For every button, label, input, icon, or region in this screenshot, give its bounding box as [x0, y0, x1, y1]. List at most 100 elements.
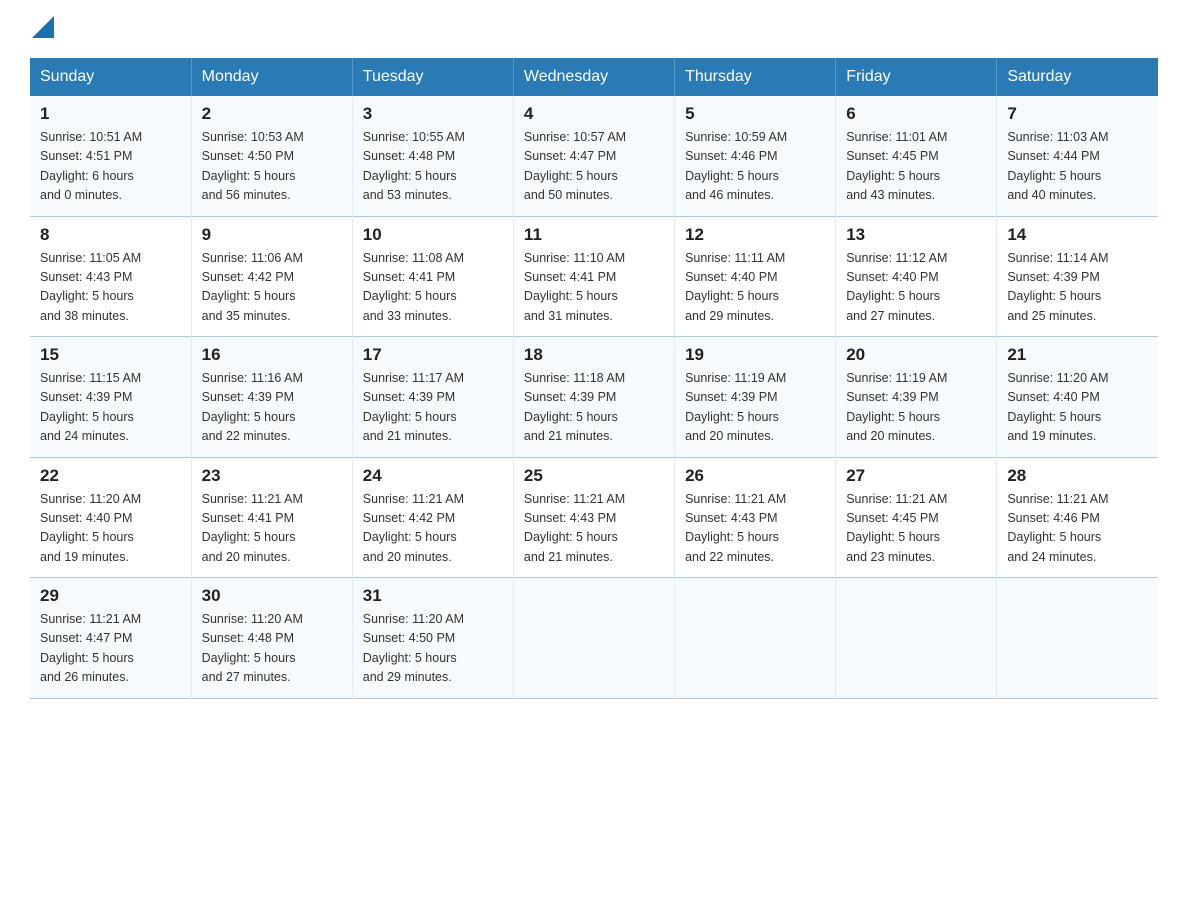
header [30, 20, 1158, 38]
day-number: 14 [1007, 225, 1148, 245]
calendar-table: SundayMondayTuesdayWednesdayThursdayFrid… [30, 58, 1158, 699]
day-number: 4 [524, 104, 664, 124]
calendar-week-row: 8 Sunrise: 11:05 AMSunset: 4:43 PMDayligh… [30, 216, 1158, 337]
day-number: 21 [1007, 345, 1148, 365]
day-info: Sunrise: 10:57 AMSunset: 4:47 PMDaylight… [524, 128, 664, 206]
day-number: 11 [524, 225, 664, 245]
day-number: 12 [685, 225, 825, 245]
day-number: 5 [685, 104, 825, 124]
calendar-day-cell: 27 Sunrise: 11:21 AMSunset: 4:45 PMDaylig… [836, 457, 997, 578]
header-saturday: Saturday [997, 58, 1158, 96]
calendar-day-cell: 12 Sunrise: 11:11 AMSunset: 4:40 PMDaylig… [675, 216, 836, 337]
day-number: 30 [202, 586, 342, 606]
day-number: 6 [846, 104, 986, 124]
calendar-day-cell: 5Sunrise: 10:59 AMSunset: 4:46 PMDayligh… [675, 96, 836, 216]
calendar-day-cell: 23 Sunrise: 11:21 AMSunset: 4:41 PMDaylig… [191, 457, 352, 578]
day-info: Sunrise: 11:10 AMSunset: 4:41 PMDaylight… [524, 249, 664, 327]
day-info: Sunrise: 11:21 AMSunset: 4:45 PMDaylight… [846, 490, 986, 568]
header-tuesday: Tuesday [352, 58, 513, 96]
day-info: Sunrise: 11:03 AMSunset: 4:44 PMDaylight… [1007, 128, 1148, 206]
calendar-day-cell: 11 Sunrise: 11:10 AMSunset: 4:41 PMDaylig… [513, 216, 674, 337]
calendar-day-cell: 20 Sunrise: 11:19 AMSunset: 4:39 PMDaylig… [836, 337, 997, 458]
day-number: 28 [1007, 466, 1148, 486]
day-number: 16 [202, 345, 342, 365]
calendar-day-cell: 16 Sunrise: 11:16 AMSunset: 4:39 PMDaylig… [191, 337, 352, 458]
day-info: Sunrise: 11:21 AMSunset: 4:47 PMDaylight… [40, 610, 181, 688]
logo-arrow-icon [32, 16, 54, 38]
calendar-day-cell: 4 Sunrise: 10:57 AMSunset: 4:47 PMDayligh… [513, 96, 674, 216]
calendar-header: SundayMondayTuesdayWednesdayThursdayFrid… [30, 58, 1158, 96]
day-number: 19 [685, 345, 825, 365]
day-number: 20 [846, 345, 986, 365]
day-number: 8 [40, 225, 181, 245]
day-info: Sunrise: 10:55 AMSunset: 4:48 PMDaylight… [363, 128, 503, 206]
calendar-week-row: 22 Sunrise: 11:20 AMSunset: 4:40 PMDaylig… [30, 457, 1158, 578]
day-number: 15 [40, 345, 181, 365]
calendar-day-cell: 7Sunrise: 11:03 AMSunset: 4:44 PMDayligh… [997, 96, 1158, 216]
header-thursday: Thursday [675, 58, 836, 96]
logo [30, 20, 54, 38]
day-number: 22 [40, 466, 181, 486]
header-friday: Friday [836, 58, 997, 96]
day-info: Sunrise: 11:14 AMSunset: 4:39 PMDaylight… [1007, 249, 1148, 327]
day-number: 9 [202, 225, 342, 245]
calendar-day-cell [997, 578, 1158, 699]
day-info: Sunrise: 11:20 AMSunset: 4:48 PMDaylight… [202, 610, 342, 688]
day-info: Sunrise: 11:20 AMSunset: 4:40 PMDaylight… [40, 490, 181, 568]
calendar-day-cell: 21 Sunrise: 11:20 AMSunset: 4:40 PMDaylig… [997, 337, 1158, 458]
calendar-day-cell: 6 Sunrise: 11:01 AMSunset: 4:45 PMDayligh… [836, 96, 997, 216]
day-info: Sunrise: 11:16 AMSunset: 4:39 PMDaylight… [202, 369, 342, 447]
calendar-week-row: 15 Sunrise: 11:15 AMSunset: 4:39 PMDaylig… [30, 337, 1158, 458]
calendar-day-cell [513, 578, 674, 699]
calendar-week-row: 29 Sunrise: 11:21 AMSunset: 4:47 PMDaylig… [30, 578, 1158, 699]
calendar-day-cell: 31 Sunrise: 11:20 AMSunset: 4:50 PMDaylig… [352, 578, 513, 699]
day-info: Sunrise: 11:20 AMSunset: 4:40 PMDaylight… [1007, 369, 1148, 447]
day-info: Sunrise: 11:12 AMSunset: 4:40 PMDaylight… [846, 249, 986, 327]
day-info: Sunrise: 11:20 AMSunset: 4:50 PMDaylight… [363, 610, 503, 688]
calendar-day-cell: 18 Sunrise: 11:18 AMSunset: 4:39 PMDaylig… [513, 337, 674, 458]
day-info: Sunrise: 11:19 AMSunset: 4:39 PMDaylight… [846, 369, 986, 447]
day-info: Sunrise: 11:19 AMSunset: 4:39 PMDaylight… [685, 369, 825, 447]
calendar-day-cell: 19 Sunrise: 11:19 AMSunset: 4:39 PMDaylig… [675, 337, 836, 458]
day-info: Sunrise: 11:21 AMSunset: 4:46 PMDaylight… [1007, 490, 1148, 568]
header-monday: Monday [191, 58, 352, 96]
day-info: Sunrise: 11:06 AMSunset: 4:42 PMDaylight… [202, 249, 342, 327]
header-row: SundayMondayTuesdayWednesdayThursdayFrid… [30, 58, 1158, 96]
day-info: Sunrise: 11:08 AMSunset: 4:41 PMDaylight… [363, 249, 503, 327]
calendar-day-cell: 24Sunrise: 11:21 AMSunset: 4:42 PMDaylig… [352, 457, 513, 578]
day-number: 2 [202, 104, 342, 124]
day-info: Sunrise: 11:18 AMSunset: 4:39 PMDaylight… [524, 369, 664, 447]
calendar-day-cell: 14 Sunrise: 11:14 AMSunset: 4:39 PMDaylig… [997, 216, 1158, 337]
day-info: Sunrise: 11:21 AMSunset: 4:41 PMDaylight… [202, 490, 342, 568]
day-info: Sunrise: 11:11 AMSunset: 4:40 PMDaylight… [685, 249, 825, 327]
calendar-day-cell [836, 578, 997, 699]
day-number: 18 [524, 345, 664, 365]
day-info: Sunrise: 11:01 AMSunset: 4:45 PMDaylight… [846, 128, 986, 206]
header-sunday: Sunday [30, 58, 191, 96]
calendar-day-cell: 8 Sunrise: 11:05 AMSunset: 4:43 PMDayligh… [30, 216, 191, 337]
calendar-day-cell: 2Sunrise: 10:53 AMSunset: 4:50 PMDayligh… [191, 96, 352, 216]
header-wednesday: Wednesday [513, 58, 674, 96]
day-info: Sunrise: 11:17 AMSunset: 4:39 PMDaylight… [363, 369, 503, 447]
calendar-day-cell: 29 Sunrise: 11:21 AMSunset: 4:47 PMDaylig… [30, 578, 191, 699]
day-number: 13 [846, 225, 986, 245]
calendar-day-cell: 28 Sunrise: 11:21 AMSunset: 4:46 PMDaylig… [997, 457, 1158, 578]
calendar-day-cell [675, 578, 836, 699]
day-number: 23 [202, 466, 342, 486]
calendar-day-cell: 17 Sunrise: 11:17 AMSunset: 4:39 PMDaylig… [352, 337, 513, 458]
day-number: 24 [363, 466, 503, 486]
calendar-day-cell: 25Sunrise: 11:21 AMSunset: 4:43 PMDaylig… [513, 457, 674, 578]
day-info: Sunrise: 11:05 AMSunset: 4:43 PMDaylight… [40, 249, 181, 327]
day-number: 17 [363, 345, 503, 365]
calendar-day-cell: 15 Sunrise: 11:15 AMSunset: 4:39 PMDaylig… [30, 337, 191, 458]
calendar-day-cell: 26Sunrise: 11:21 AMSunset: 4:43 PMDaylig… [675, 457, 836, 578]
day-number: 31 [363, 586, 503, 606]
day-number: 10 [363, 225, 503, 245]
calendar-week-row: 1Sunrise: 10:51 AMSunset: 4:51 PMDayligh… [30, 96, 1158, 216]
day-info: Sunrise: 10:51 AMSunset: 4:51 PMDaylight… [40, 128, 181, 206]
day-number: 29 [40, 586, 181, 606]
day-info: Sunrise: 11:15 AMSunset: 4:39 PMDaylight… [40, 369, 181, 447]
calendar-day-cell: 3Sunrise: 10:55 AMSunset: 4:48 PMDayligh… [352, 96, 513, 216]
calendar-day-cell: 1Sunrise: 10:51 AMSunset: 4:51 PMDayligh… [30, 96, 191, 216]
day-number: 27 [846, 466, 986, 486]
